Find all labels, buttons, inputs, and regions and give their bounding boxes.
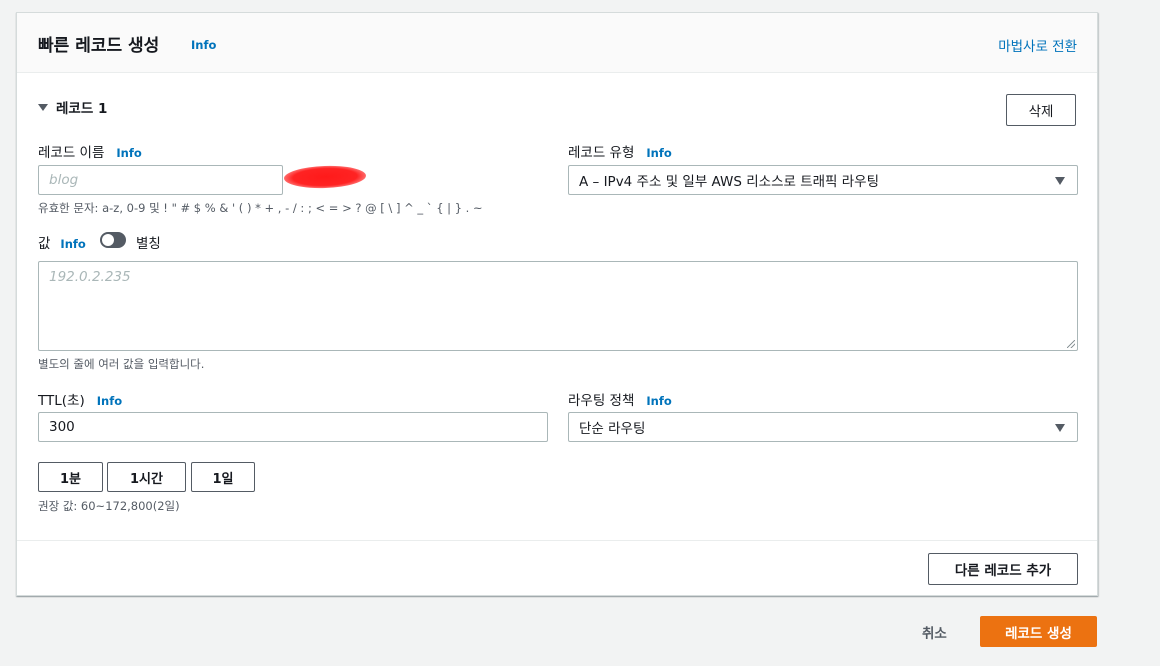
cancel-button[interactable]: 취소 bbox=[922, 622, 947, 642]
page-title: 빠른 레코드 생성 bbox=[38, 36, 160, 56]
alias-toggle[interactable] bbox=[100, 232, 126, 248]
ttl-1-day-button[interactable]: 1일 bbox=[191, 462, 255, 492]
value-hint: 별도의 줄에 여러 값을 입력합니다. bbox=[38, 357, 205, 371]
routing-info-link[interactable]: Info bbox=[646, 394, 671, 408]
routing-label: 라우팅 정책 bbox=[568, 393, 635, 409]
routing-selected: 단순 라우팅 bbox=[579, 421, 646, 437]
value-label: 값 bbox=[38, 236, 51, 252]
add-another-record-button[interactable]: 다른 레코드 추가 bbox=[928, 553, 1078, 585]
record-section-toggle[interactable]: 레코드 1 bbox=[38, 97, 107, 117]
title-info-link[interactable]: Info bbox=[191, 38, 216, 52]
ttl-1-hour-button[interactable]: 1시간 bbox=[107, 462, 186, 492]
ttl-value: 300 bbox=[49, 419, 75, 435]
toggle-knob bbox=[102, 234, 114, 246]
record-type-info-link[interactable]: Info bbox=[646, 146, 671, 160]
quick-create-panel: 빠른 레코드 생성 Info 마법사로 전환 레코드 1 삭제 레코드 이름 I… bbox=[16, 12, 1098, 596]
record-name-info-link[interactable]: Info bbox=[116, 146, 141, 160]
ttl-hint: 권장 값: 60~172,800(2일) bbox=[38, 499, 180, 513]
record-type-label: 레코드 유형 bbox=[568, 145, 635, 161]
ttl-info-link[interactable]: Info bbox=[97, 394, 122, 408]
record-section-title: 레코드 1 bbox=[56, 101, 108, 117]
delete-record-button[interactable]: 삭제 bbox=[1006, 94, 1076, 126]
caret-down-icon bbox=[1055, 424, 1065, 432]
record-name-input[interactable]: blog bbox=[38, 165, 283, 195]
ttl-label: TTL(초) bbox=[38, 393, 85, 409]
record-name-label: 레코드 이름 bbox=[38, 145, 105, 161]
ttl-1-minute-button[interactable]: 1분 bbox=[38, 462, 103, 492]
value-placeholder: 192.0.2.235 bbox=[49, 269, 131, 285]
resize-grip-icon[interactable] bbox=[1067, 340, 1075, 348]
ttl-input[interactable]: 300 bbox=[38, 412, 548, 442]
record-type-selected: A – IPv4 주소 및 일부 AWS 리소스로 트래픽 라우팅 bbox=[579, 174, 880, 190]
caret-down-icon bbox=[38, 103, 48, 111]
record-name-hint: 유효한 문자: a-z, 0-9 및 ! " # $ % & ' ( ) * +… bbox=[38, 201, 483, 215]
record-type-label-row: 레코드 유형 Info bbox=[568, 141, 672, 161]
routing-label-row: 라우팅 정책 Info bbox=[568, 389, 672, 409]
alias-label: 별칭 bbox=[136, 236, 161, 252]
value-textarea[interactable]: 192.0.2.235 bbox=[38, 261, 1078, 351]
record-type-select[interactable]: A – IPv4 주소 및 일부 AWS 리소스로 트래픽 라우팅 bbox=[568, 165, 1078, 195]
divider bbox=[17, 540, 1097, 541]
ttl-label-row: TTL(초) Info bbox=[38, 389, 122, 409]
create-records-button[interactable]: 레코드 생성 bbox=[980, 616, 1097, 647]
value-label-row: 값 Info bbox=[38, 232, 86, 252]
redaction-scribble bbox=[283, 164, 367, 190]
caret-down-icon bbox=[1055, 177, 1065, 185]
value-info-link[interactable]: Info bbox=[60, 237, 85, 251]
page: 빠른 레코드 생성 Info 마법사로 전환 레코드 1 삭제 레코드 이름 I… bbox=[0, 0, 1160, 666]
routing-policy-select[interactable]: 단순 라우팅 bbox=[568, 412, 1078, 442]
record-name-label-row: 레코드 이름 Info bbox=[38, 141, 142, 161]
panel-header: 빠른 레코드 생성 Info 마법사로 전환 bbox=[17, 13, 1097, 73]
switch-to-wizard-link[interactable]: 마법사로 전환 bbox=[998, 35, 1077, 55]
record-name-placeholder: blog bbox=[49, 172, 79, 188]
